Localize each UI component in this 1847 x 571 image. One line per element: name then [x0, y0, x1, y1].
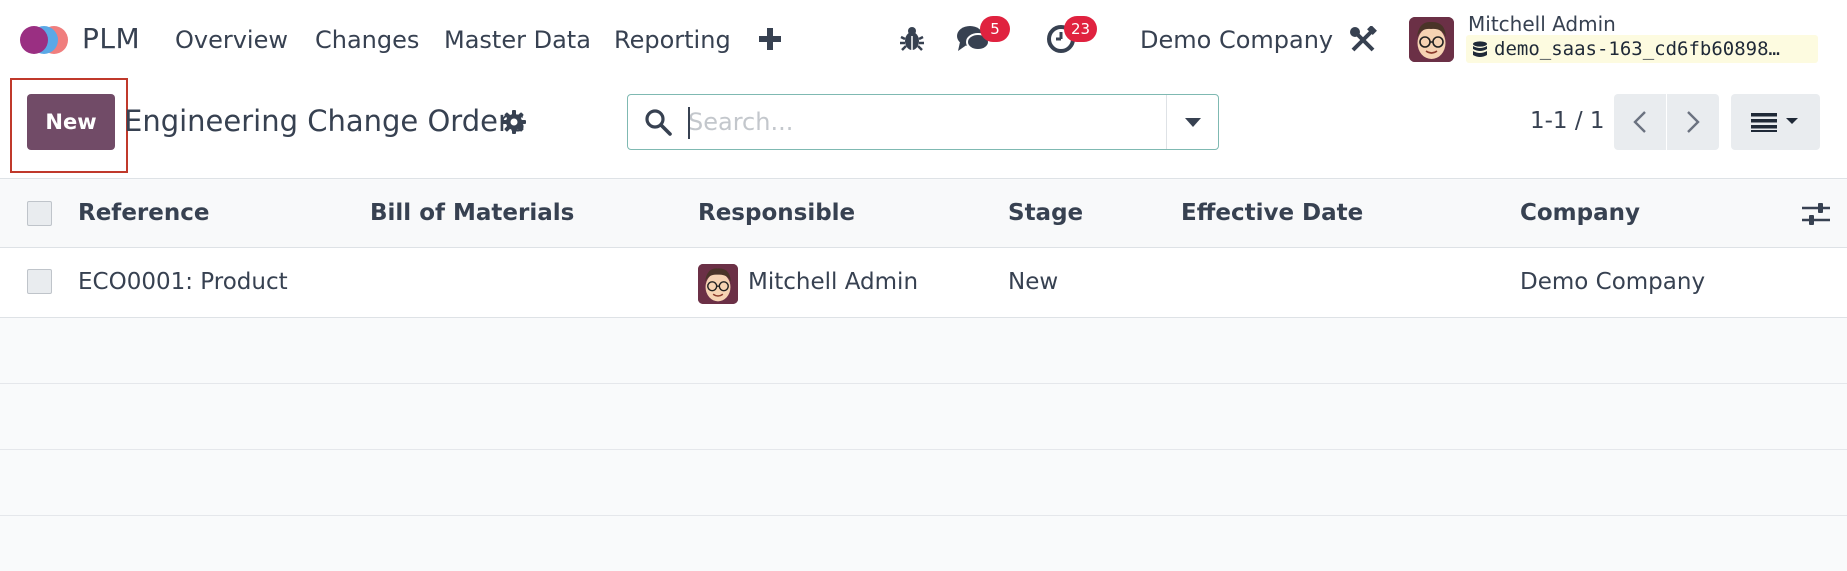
user-name[interactable]: Mitchell Admin — [1468, 12, 1616, 36]
list-view-icon — [1751, 113, 1798, 132]
column-header-effective-date[interactable]: Effective Date — [1181, 200, 1363, 226]
cell-responsible: Mitchell Admin — [748, 269, 919, 295]
page-title: Engineering Change Orders — [124, 104, 525, 138]
search-options-toggle[interactable] — [1166, 95, 1218, 149]
column-header-bom[interactable]: Bill of Materials — [370, 200, 574, 226]
menu-master-data[interactable]: Master Data — [444, 26, 591, 54]
database-name: demo_saas-163_cd6fb60898… — [1466, 35, 1818, 63]
pager-previous-button[interactable] — [1614, 94, 1666, 150]
gear-icon[interactable] — [502, 110, 526, 134]
column-header-stage[interactable]: Stage — [1008, 200, 1083, 226]
new-button[interactable]: New — [27, 94, 115, 150]
app-name[interactable]: PLM — [82, 22, 140, 55]
view-switcher-button[interactable] — [1731, 94, 1820, 150]
empty-row — [0, 384, 1847, 450]
pager-next-button[interactable] — [1667, 94, 1719, 150]
cell-reference: ECO0001: Product — [78, 269, 288, 295]
activities-badge: 23 — [1064, 16, 1098, 42]
caret-down-icon — [1185, 118, 1201, 127]
user-avatar[interactable] — [1409, 17, 1454, 62]
empty-row — [0, 450, 1847, 516]
top-navbar: PLM Overview Changes Master Data Reporti… — [0, 0, 1847, 78]
menu-changes[interactable]: Changes — [315, 26, 419, 54]
messages-badge: 5 — [980, 16, 1010, 42]
bug-icon[interactable] — [900, 26, 924, 52]
control-panel: New Engineering Change Orders 1-1 / 1 — [0, 78, 1847, 179]
odoo-logo-icon[interactable] — [20, 24, 70, 56]
eco-list-table: Reference Bill of Materials Responsible … — [0, 180, 1847, 516]
responsible-avatar — [698, 264, 738, 304]
text-cursor — [688, 107, 690, 139]
company-switcher[interactable]: Demo Company — [1140, 26, 1333, 54]
chevron-right-icon — [1687, 111, 1700, 133]
search-input[interactable] — [688, 103, 1188, 141]
table-row[interactable]: ECO0001: Product Mitchell Admin New Demo… — [0, 248, 1847, 318]
menu-overview[interactable]: Overview — [175, 26, 288, 54]
empty-row — [0, 318, 1847, 384]
cell-stage: New — [1008, 269, 1059, 295]
column-header-company[interactable]: Company — [1520, 200, 1640, 226]
cell-company: Demo Company — [1520, 269, 1706, 295]
chevron-left-icon — [1633, 111, 1646, 133]
table-header: Reference Bill of Materials Responsible … — [0, 180, 1847, 248]
search-icon — [645, 109, 672, 136]
row-checkbox[interactable] — [27, 269, 52, 294]
select-all-checkbox[interactable] — [27, 201, 52, 226]
sliders-icon[interactable] — [1802, 201, 1830, 227]
database-icon — [1473, 41, 1487, 57]
column-header-reference[interactable]: Reference — [78, 200, 209, 226]
column-header-responsible[interactable]: Responsible — [698, 200, 855, 226]
menu-reporting[interactable]: Reporting — [614, 26, 731, 54]
plus-icon[interactable] — [758, 22, 782, 54]
pager-value[interactable]: 1-1 / 1 — [1530, 108, 1605, 134]
tools-icon[interactable] — [1349, 26, 1377, 54]
database-label: demo_saas-163_cd6fb60898… — [1494, 38, 1780, 60]
search-bar — [627, 94, 1219, 150]
